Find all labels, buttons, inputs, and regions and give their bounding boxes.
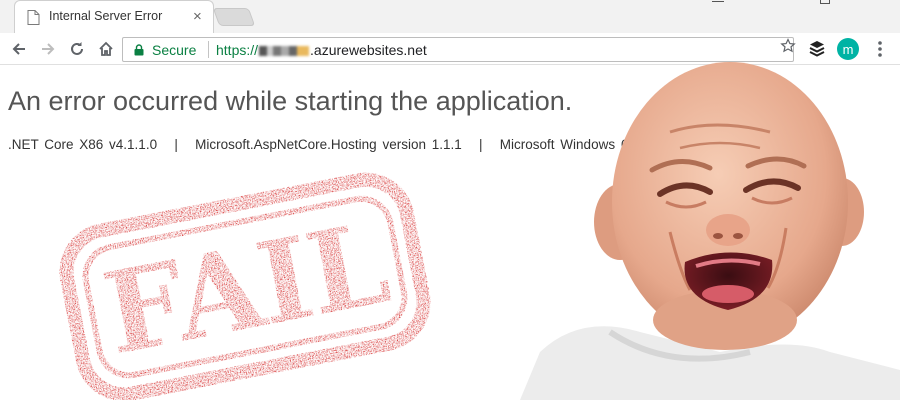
maximize-icon[interactable]: [820, 0, 830, 4]
back-button[interactable]: [6, 36, 32, 62]
tab-close-icon[interactable]: ×: [193, 8, 202, 25]
error-heading: An error occurred while starting the app…: [8, 86, 573, 116]
redacted-subdomain: [259, 46, 310, 57]
forward-arrow-icon: [42, 43, 55, 55]
home-icon: [99, 41, 113, 56]
url-scheme: https://: [216, 42, 259, 58]
crying-baby-photo: [520, 62, 900, 400]
tab-strip: Internal Server Error ×: [0, 0, 900, 33]
back-arrow-icon: [12, 43, 25, 55]
omnibox-separator: [208, 41, 209, 58]
document-icon: [27, 10, 40, 25]
forward-button[interactable]: [35, 36, 61, 62]
home-button[interactable]: [93, 36, 119, 62]
new-tab-button[interactable]: [212, 8, 256, 26]
url-text: https:// .azurewebsites.net: [216, 42, 427, 58]
secure-label: Secure: [152, 42, 197, 58]
minimize-icon[interactable]: [712, 0, 724, 2]
url-host: .azurewebsites.net: [310, 42, 427, 58]
info-separator: |: [479, 137, 483, 152]
tab-title: Internal Server Error: [49, 9, 163, 23]
hosting-version: Microsoft.AspNetCore.Hosting version 1.1…: [195, 137, 462, 152]
reload-button[interactable]: [64, 36, 90, 62]
tab-internal-server-error[interactable]: Internal Server Error ×: [14, 0, 214, 33]
info-separator: |: [174, 137, 178, 152]
runtime-version: .NET Core X86 v4.1.1.0: [8, 137, 158, 152]
lock-icon: [134, 44, 144, 56]
reload-icon: [71, 42, 83, 55]
fail-stamp: FAIL: [59, 172, 431, 400]
